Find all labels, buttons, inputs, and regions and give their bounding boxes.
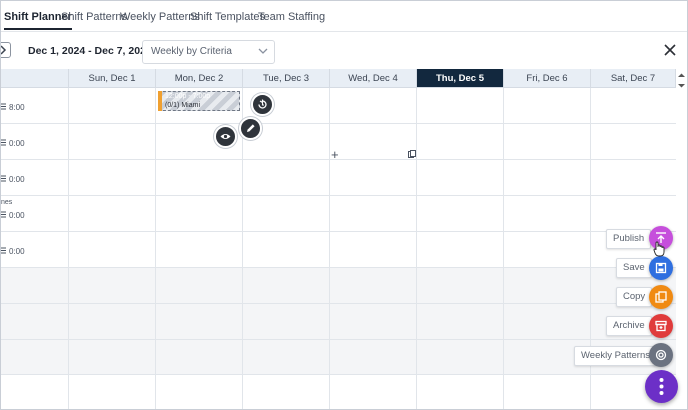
day-header-mon: Mon, Dec 2 bbox=[156, 69, 243, 88]
grid-row[interactable] bbox=[1, 268, 676, 304]
header-corner bbox=[1, 69, 69, 88]
eye-icon bbox=[220, 134, 231, 139]
top-tabs: Shift Planner Shift Patterns Weekly Patt… bbox=[1, 1, 687, 32]
grid-icon bbox=[1, 175, 6, 182]
copy-icon bbox=[655, 291, 667, 303]
save-icon bbox=[655, 262, 667, 274]
grid-row[interactable] bbox=[1, 304, 676, 340]
tab-shift-templates[interactable]: Shift Templates bbox=[190, 11, 265, 23]
day-header-tue: Tue, Dec 3 bbox=[243, 69, 330, 88]
actions-menu-button[interactable] bbox=[645, 370, 678, 403]
weekly-patterns-button[interactable] bbox=[649, 343, 673, 367]
shift-accent-bar bbox=[158, 91, 162, 111]
row-label: 0:00 bbox=[9, 139, 25, 148]
pattern-icon bbox=[655, 349, 667, 361]
row-label: 0:00 bbox=[9, 175, 25, 184]
archive-button[interactable] bbox=[649, 314, 673, 338]
hand-cursor-icon bbox=[653, 241, 665, 257]
column-divider bbox=[503, 88, 504, 409]
grid-icon bbox=[1, 247, 6, 254]
grid-icon bbox=[1, 139, 6, 146]
history-icon bbox=[258, 99, 267, 109]
column-divider bbox=[68, 88, 69, 409]
save-button[interactable] bbox=[649, 256, 673, 280]
grid-row[interactable] bbox=[1, 232, 676, 268]
day-header-sun: Sun, Dec 1 bbox=[69, 69, 156, 88]
row-label: 0:00 bbox=[9, 211, 25, 220]
shift-block[interactable]: 12:00p - 7:00p (0/1) Miami bbox=[158, 91, 240, 111]
copy-button[interactable] bbox=[649, 285, 673, 309]
history-button[interactable] bbox=[251, 93, 274, 116]
date-range-label: Dec 1, 2024 - Dec 7, 2024 bbox=[28, 45, 152, 57]
day-header-wed: Wed, Dec 4 bbox=[330, 69, 417, 88]
edit-button[interactable] bbox=[239, 117, 262, 140]
day-header-sat: Sat, Dec 7 bbox=[591, 69, 676, 88]
more-vertical-icon bbox=[659, 378, 664, 395]
archive-icon bbox=[655, 320, 667, 332]
add-shift-icon[interactable]: + bbox=[331, 147, 339, 162]
shift-planner-window: Shift Planner Shift Patterns Weekly Patt… bbox=[0, 0, 688, 410]
day-header-fri: Fri, Dec 6 bbox=[504, 69, 591, 88]
grid-icon bbox=[1, 103, 6, 110]
column-divider bbox=[416, 88, 417, 409]
column-divider bbox=[155, 88, 156, 409]
tab-team-staffing[interactable]: Team Staffing bbox=[258, 11, 325, 23]
close-icon[interactable] bbox=[663, 43, 677, 57]
scroll-up-icon[interactable] bbox=[677, 71, 686, 80]
shift-time: 12:00p - 7:00p bbox=[165, 93, 211, 100]
grid-row[interactable] bbox=[1, 160, 676, 196]
row-sublabel: nes bbox=[1, 199, 13, 206]
scroll-down-icon[interactable] bbox=[677, 81, 686, 90]
paste-icon[interactable] bbox=[408, 150, 416, 159]
weekly-patterns-label[interactable]: Weekly Patterns bbox=[574, 346, 657, 366]
tab-weekly-patterns[interactable]: Weekly Patterns bbox=[120, 11, 200, 23]
save-label[interactable]: Save bbox=[616, 258, 652, 278]
shift-info: (0/1) Miami bbox=[165, 102, 201, 109]
publish-label[interactable]: Publish bbox=[606, 229, 652, 249]
next-week-button[interactable] bbox=[1, 42, 11, 58]
column-divider bbox=[329, 88, 330, 409]
view-button[interactable] bbox=[214, 125, 237, 148]
pencil-icon bbox=[247, 124, 255, 132]
view-select-value: Weekly by Criteria bbox=[151, 46, 232, 57]
grid-icon bbox=[1, 211, 6, 218]
row-label: 0:00 bbox=[9, 247, 25, 256]
archive-label[interactable]: Archive bbox=[606, 316, 652, 336]
grid-row[interactable] bbox=[1, 196, 676, 232]
row-label: 8:00 bbox=[9, 103, 25, 112]
chevron-down-icon bbox=[258, 48, 268, 54]
grid-row[interactable] bbox=[1, 88, 676, 124]
chevron-right-icon bbox=[1, 45, 7, 55]
tab-shift-patterns[interactable]: Shift Patterns bbox=[61, 11, 127, 23]
copy-label[interactable]: Copy bbox=[616, 287, 653, 307]
view-select[interactable]: Weekly by Criteria bbox=[142, 40, 275, 64]
day-header-thu-today: Thu, Dec 5 bbox=[417, 69, 504, 88]
toolbar: Dec 1, 2024 - Dec 7, 2024 Weekly by Crit… bbox=[1, 32, 687, 68]
